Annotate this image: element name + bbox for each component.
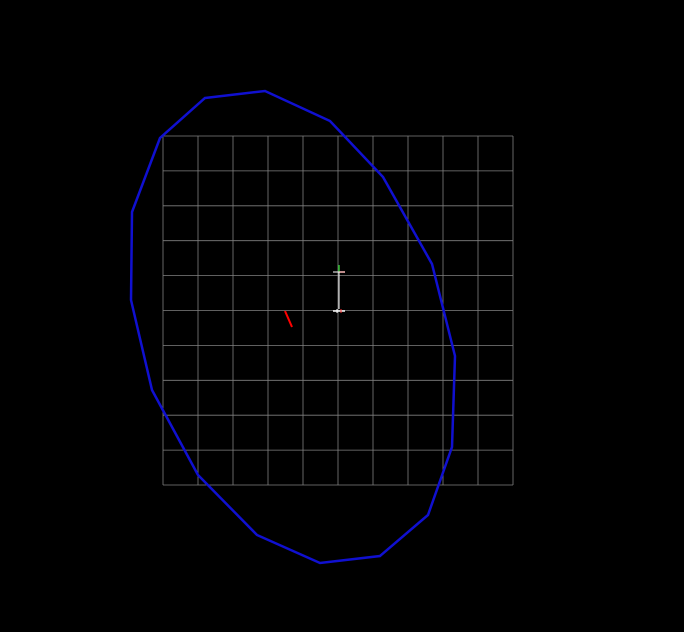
scene-canvas[interactable] bbox=[0, 0, 684, 632]
origin-marker bbox=[333, 309, 345, 313]
red-marker-segment bbox=[284, 310, 293, 328]
3d-viewport[interactable] bbox=[0, 0, 684, 632]
elliptical-loop bbox=[129, 89, 457, 565]
axis-gizmo bbox=[333, 265, 345, 309]
